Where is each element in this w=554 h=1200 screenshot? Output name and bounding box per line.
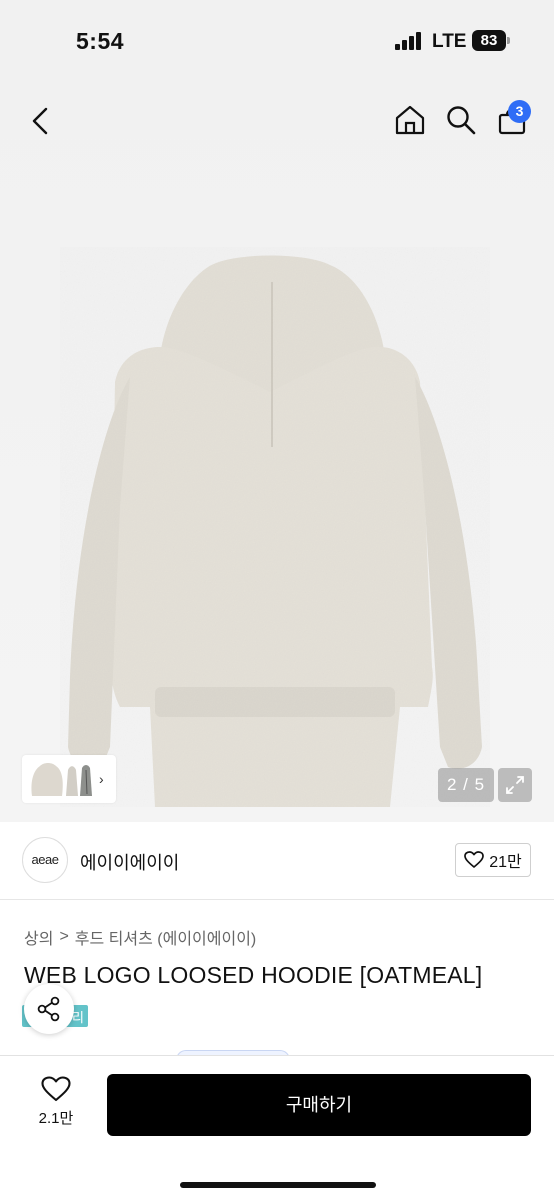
heart-icon	[464, 851, 485, 868]
image-counter: 2 / 5	[438, 768, 494, 802]
signal-icon	[395, 32, 423, 50]
share-icon	[37, 996, 60, 1022]
wishlist-count: 2.1만	[38, 1110, 74, 1127]
wishlist-button[interactable]: 2.1만	[30, 1076, 82, 1136]
home-icon[interactable]	[392, 102, 428, 138]
network-label: LTE	[432, 31, 467, 52]
search-icon[interactable]	[444, 102, 478, 138]
brand-logo[interactable]: aeae	[22, 837, 68, 883]
heart-icon	[41, 1076, 71, 1102]
status-time: 5:54	[76, 28, 125, 54]
product-title: WEB LOGO LOOSED HOODIE [OATMEAL]	[24, 962, 483, 988]
brand-name[interactable]: 에이이에이이	[80, 849, 179, 875]
share-button[interactable]	[24, 984, 74, 1034]
battery-icon: 83	[472, 30, 506, 51]
product-image-gallery[interactable]	[0, 82, 554, 822]
breadcrumb-subcategory[interactable]: 후드 티셔츠 (에이이에이이)	[75, 925, 256, 949]
status-bar: 5:54 LTE 83	[0, 0, 554, 82]
battery-tip	[507, 37, 510, 44]
breadcrumb-separator: >	[59, 928, 69, 945]
buy-button[interactable]: 구매하기	[107, 1074, 531, 1136]
thumbnail-strip[interactable]: ›	[22, 755, 116, 803]
brand-like-button[interactable]: 21만	[455, 843, 531, 877]
home-indicator	[180, 1182, 376, 1188]
brand-row[interactable]: aeae 에이이에이이 21만	[0, 822, 554, 900]
cart-count-badge: 3	[508, 100, 531, 123]
breadcrumb-category[interactable]: 상의	[24, 925, 53, 949]
breadcrumb: 상의 > 후드 티셔츠 (에이이에이이)	[24, 925, 256, 949]
brand-like-count: 21만	[489, 854, 522, 871]
back-icon[interactable]	[24, 104, 58, 138]
expand-icon[interactable]	[498, 768, 532, 802]
top-nav	[0, 82, 554, 162]
chevron-right-icon: ›	[99, 771, 104, 787]
bottom-action-bar: 2.1만 구매하기	[0, 1055, 554, 1200]
thumbnail-images	[31, 763, 92, 796]
product-image	[60, 247, 490, 807]
